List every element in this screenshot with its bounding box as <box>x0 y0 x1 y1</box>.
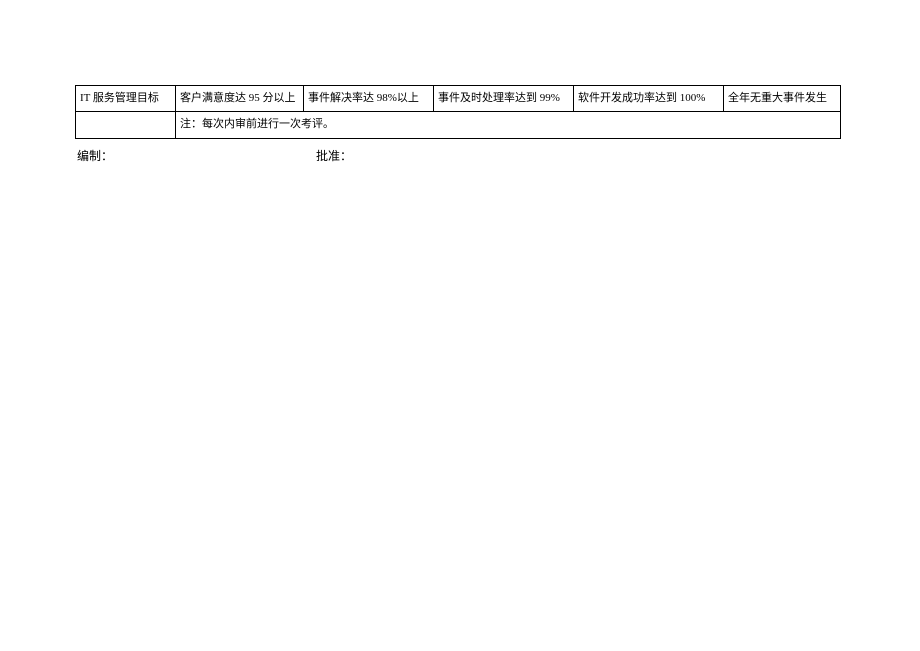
cell-note: 注：每次内审前进行一次考评。 <box>176 112 841 138</box>
cell-goal-resolve-rate: 事件解决率达 98%以上 <box>304 86 434 112</box>
document-content: IT 服务管理目标 客户满意度达 95 分以上 事件解决率达 98%以上 事件及… <box>75 85 840 164</box>
cell-goal-satisfaction: 客户满意度达 95 分以上 <box>176 86 304 112</box>
cell-goal-ontime-rate: 事件及时处理率达到 99% <box>434 86 574 112</box>
cell-goal-dev-success: 软件开发成功率达到 100% <box>574 86 724 112</box>
cell-goal-no-major: 全年无重大事件发生 <box>724 86 841 112</box>
label-approved-by: 批准： <box>316 147 352 164</box>
table-row: IT 服务管理目标 客户满意度达 95 分以上 事件解决率达 98%以上 事件及… <box>76 86 841 112</box>
goals-table: IT 服务管理目标 客户满意度达 95 分以上 事件解决率达 98%以上 事件及… <box>75 85 841 139</box>
cell-empty <box>76 112 176 138</box>
cell-goal-label: IT 服务管理目标 <box>76 86 176 112</box>
signature-line: 编制： 批准： <box>75 147 840 164</box>
table-row: 注：每次内审前进行一次考评。 <box>76 112 841 138</box>
label-compiled-by: 编制： <box>77 147 113 164</box>
